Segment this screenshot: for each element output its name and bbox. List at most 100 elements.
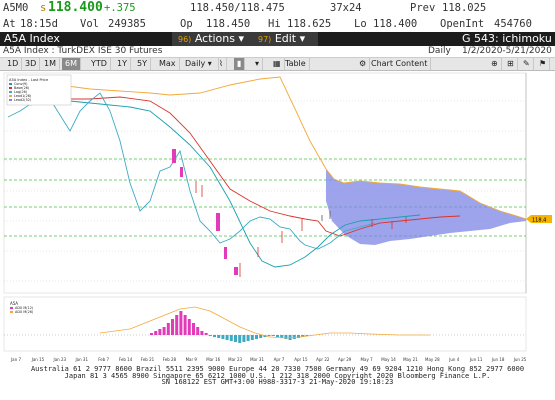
- macd-bar: [171, 319, 174, 335]
- macd-bar: [196, 327, 200, 335]
- x-tick-label: Feb 21: [141, 357, 155, 362]
- high-price: 118.625: [287, 18, 332, 30]
- open-label: Op: [180, 18, 193, 30]
- chart-toolbar: 1D 3D 1M 6M YTD 1Y 5Y Max Daily ▾ ⌇ ▮ ▾ …: [0, 58, 555, 71]
- macd-bar: [259, 335, 263, 338]
- chart-content-button[interactable]: Chart Content: [368, 58, 432, 70]
- range-button-1d[interactable]: 1D: [4, 58, 23, 70]
- macd-legend-item-2: ADX M(26): [15, 310, 34, 314]
- candle-chart-icon[interactable]: ▮: [234, 58, 246, 70]
- x-tick-label: May 21: [403, 357, 418, 362]
- macd-bar: [183, 315, 187, 335]
- x-tick-label: Mar 9: [186, 357, 198, 362]
- tool-icon-1[interactable]: ⊕: [488, 58, 502, 70]
- chevron-down-icon: ▾: [299, 32, 306, 45]
- macd-bar: [179, 311, 183, 335]
- bloomberg-footer: Australia 61 2 9777 8600 Brazil 5511 239…: [0, 366, 555, 400]
- macd-bar: [204, 333, 208, 335]
- x-tick-label: Apr 7: [274, 357, 285, 362]
- range-button-3d[interactable]: 3D: [22, 58, 41, 70]
- macd-bar: [166, 323, 170, 335]
- x-tick-label: Feb 28: [163, 357, 177, 362]
- low-price: 118.400: [373, 18, 418, 30]
- security-label: A5A Index: [4, 32, 60, 45]
- range-button-max[interactable]: Max: [156, 58, 180, 70]
- legend-swatch-base: [9, 87, 12, 89]
- legend-item-lead2: Lead2(52): [14, 98, 32, 102]
- x-tick-label: Mar 23: [228, 357, 242, 362]
- x-tick-label: Apr 22: [316, 357, 330, 362]
- macd-bar: [221, 335, 225, 339]
- actions-menu[interactable]: 96) Actions ▾: [172, 32, 254, 46]
- edit-menu[interactable]: 97) Edit ▾: [252, 32, 318, 46]
- tool-icon-2[interactable]: ⊞: [504, 58, 518, 70]
- chart-style-icon[interactable]: ▾: [252, 58, 264, 70]
- high-label: Hi: [268, 18, 281, 30]
- legend-swatch-conv: [9, 83, 12, 85]
- candle: [234, 267, 238, 275]
- macd-bar: [187, 319, 191, 335]
- x-tick-label: Jun 4: [448, 357, 460, 362]
- x-tick-label: Apr 15: [294, 357, 308, 362]
- range-button-5y[interactable]: 5Y: [134, 58, 151, 70]
- time-label: At: [3, 18, 16, 30]
- table-button[interactable]: Table: [282, 58, 310, 70]
- periodicity-label: Daily: [428, 46, 451, 56]
- x-tick-label: Jan 15: [31, 357, 45, 362]
- actions-menu-number: 96): [178, 35, 192, 44]
- x-tick-label: Jan 31: [74, 357, 88, 362]
- range-button-6m[interactable]: 6M: [62, 58, 81, 70]
- range-button-1y[interactable]: 1Y: [114, 58, 131, 70]
- edit-menu-label: Edit: [274, 32, 297, 45]
- chevron-down-icon: ▾: [238, 32, 245, 45]
- bid-ask-size: 37x24: [330, 2, 362, 14]
- volume-label: Vol: [80, 18, 99, 30]
- menu-bar: A5A Index 96) Actions ▾ 97) Edit ▾ G 543…: [0, 32, 555, 46]
- x-tick-label: Jun 18: [491, 357, 505, 362]
- legend-swatch-lead1: [9, 95, 12, 97]
- x-tick-label: Jun 25: [513, 357, 527, 362]
- range-button-1m[interactable]: 1M: [41, 58, 60, 70]
- line-chart-icon[interactable]: ⌇: [216, 58, 227, 70]
- open-price: 118.450: [206, 18, 251, 30]
- security-description: A5A Index : TurkDEX ISE 30 Futures: [3, 46, 163, 56]
- macd-bar: [217, 335, 221, 338]
- macd-bar: [242, 335, 246, 342]
- tool-icon-3[interactable]: ✎: [520, 58, 534, 70]
- candle: [224, 247, 227, 259]
- macd-bar: [208, 335, 212, 336]
- macd-bar: [150, 333, 153, 335]
- quote-line-2: At 18:15d Vol 249385 Op 118.450 Hi 118.6…: [0, 16, 555, 32]
- macd-bar: [229, 335, 233, 341]
- range-button-ytd[interactable]: YTD: [88, 58, 111, 70]
- net-change: +.375: [104, 2, 136, 14]
- footer-line-3: SN 168122 EST GMT+3:00 H988-3317-3 21-Ma…: [161, 378, 394, 386]
- x-tick-label: Jan 23: [53, 357, 67, 362]
- open-interest: 454760: [494, 18, 532, 30]
- x-tick-label: Feb 7: [98, 357, 109, 362]
- x-tick-label: May 28: [425, 357, 440, 362]
- bid-ask: 118.450/118.475: [190, 2, 285, 14]
- macd-bar: [162, 327, 166, 335]
- x-tick-label: Apr 29: [338, 357, 352, 362]
- periodicity-value: Daily: [185, 59, 206, 68]
- x-tick-label: May 7: [361, 357, 374, 362]
- periodicity-dropdown[interactable]: Daily ▾: [182, 58, 219, 70]
- macd-bar: [192, 323, 195, 335]
- macd-bar: [271, 335, 275, 336]
- quote-line-1: A5M0 s 118.400 +.375 118.450/118.475 37x…: [0, 0, 555, 16]
- x-tick-label: Feb 14: [119, 357, 133, 362]
- low-label: Lo: [354, 18, 367, 30]
- macd-bar: [238, 335, 242, 343]
- ichimoku-chart[interactable]: A5A Index - Last Price Conv(9) Base(26) …: [0, 71, 555, 366]
- candle: [172, 149, 176, 163]
- tick-direction-marker: s: [40, 2, 47, 14]
- prev-close: 118.025: [442, 2, 487, 14]
- edit-menu-number: 97): [258, 35, 272, 44]
- macd-bar: [276, 335, 279, 337]
- macd-bar: [284, 335, 288, 339]
- x-tick-label: Jun 11: [469, 357, 483, 362]
- tool-icon-4[interactable]: ⚑: [536, 58, 551, 70]
- macd-bar: [234, 335, 237, 342]
- ticker: A5M0: [3, 2, 29, 14]
